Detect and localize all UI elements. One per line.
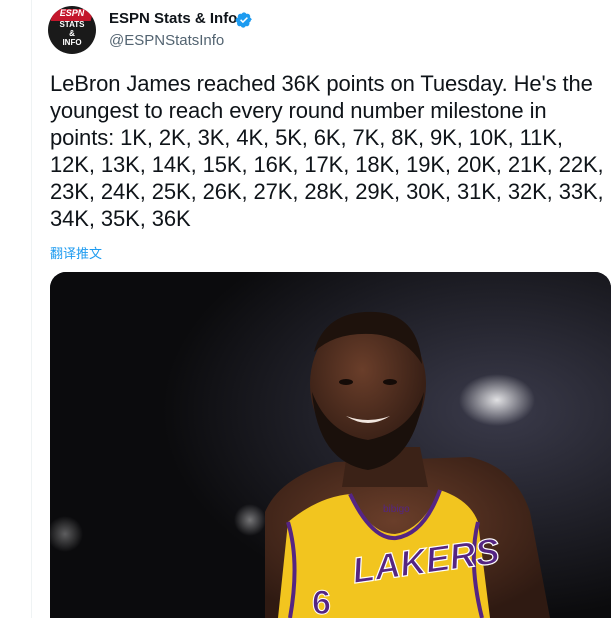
bokeh-light	[234, 504, 266, 536]
timeline-divider	[31, 0, 32, 618]
author-avatar[interactable]: ESPN STATS & INFO	[48, 6, 96, 54]
avatar-logo-text: ESPN STATS & INFO	[48, 9, 96, 48]
author-handle[interactable]: @ESPNStatsInfo	[109, 32, 224, 49]
avatar-line-2: STATS	[59, 20, 85, 29]
bokeh-light	[459, 374, 535, 426]
jersey-sponsor-text: bibigo	[383, 504, 410, 515]
avatar-line-4: INFO	[62, 38, 82, 47]
tweet-text: LeBron James reached 36K points on Tuesd…	[50, 71, 604, 231]
translate-tweet-link[interactable]: 翻译推文	[50, 243, 102, 262]
photo-lebron-james: LAKERS bibigo 6	[50, 272, 611, 618]
author-name[interactable]: ESPN Stats & Info	[109, 10, 237, 27]
verified-badge-icon	[235, 12, 252, 28]
avatar-line-3: &	[69, 29, 75, 38]
tweet-photo[interactable]: LAKERS bibigo 6	[50, 272, 611, 618]
avatar-line-1: ESPN	[59, 8, 85, 18]
jersey-number-text: 6	[312, 584, 331, 618]
